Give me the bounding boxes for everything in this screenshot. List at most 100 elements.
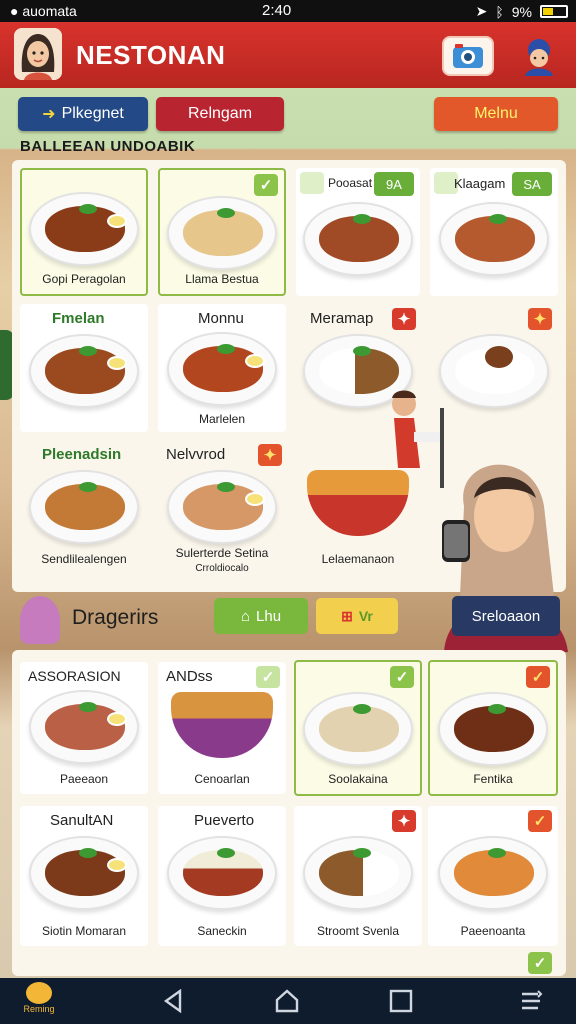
dish-image [171,692,273,758]
check-icon[interactable]: ✓ [390,666,414,688]
dish-name: Llama Bestua [185,272,259,286]
check-icon[interactable]: ✓ [256,666,280,688]
search-button[interactable]: Sreloaaon [452,596,560,636]
status-left: ● auomata [10,3,77,19]
category-label: Dragerirs [72,606,159,629]
avatar[interactable] [14,28,62,80]
battery-icon [540,5,568,18]
dish-card[interactable]: ✓ Llama Bestua [158,168,286,296]
pin-icon[interactable]: ✦ [392,810,416,832]
dish-image [303,836,413,910]
dish-name: Stroomt Svenla [316,924,400,938]
dish-card[interactable]: Monnu Marlelen [158,304,286,432]
home-nav-button[interactable] [272,988,302,1014]
dish-card[interactable]: ASSORASION Paeeaon [20,662,148,794]
status-app-text: auomata [22,3,77,19]
dish-card[interactable]: SanultAN Siotin Momaran [20,806,148,946]
dish-image [439,202,549,276]
status-right: ➤ ᛒ 9% [476,3,568,20]
check-icon[interactable]: ✓ [528,952,552,974]
chef-avatar-icon [525,39,553,76]
dish-card[interactable]: ✦ Stroomt Svenla [294,806,422,946]
dish-name: Siotin Momaran [41,924,127,938]
bluetooth-icon: ᛒ [495,3,504,20]
check-icon[interactable]: ✓ [254,174,278,196]
dish-title: ASSORASION [28,668,121,684]
checkbox-icon[interactable] [300,172,324,194]
menu-icon [522,990,543,1010]
dish-name: Sulerterde Setina [175,546,269,560]
menu-button[interactable]: Melnu [434,97,558,131]
dish-card[interactable]: Gopi Peragolan [20,168,148,296]
home-icon: ⌂ [240,607,251,625]
pin-icon[interactable]: ✓ [528,810,552,832]
dish-subtitle: Crroldiocalo [195,563,249,574]
menu-nav-button[interactable] [516,988,546,1014]
dish-card[interactable]: ✓ Fentika [428,660,558,796]
dish-image [29,192,139,266]
dish-image [438,692,548,766]
home-button-label: Lhu [256,607,282,625]
recents-button[interactable] [386,988,416,1014]
camera-button[interactable] [442,36,494,76]
battery-percent: 9% [511,3,532,20]
section-heading: BALLEEAN UNDOABIK [20,138,196,155]
search-button-label: Sreloaaon [471,607,541,625]
dish-name: Marlelen [198,412,246,426]
pin-icon[interactable]: ✦ [392,308,416,330]
dish-title: Monnu [198,310,244,327]
status-bar: ● auomata 2:40 ➤ ᛒ 9% [0,0,576,22]
dish-image [29,690,139,764]
dish-tag: SA [512,172,552,196]
home-button[interactable]: ⌂ Lhu [214,598,308,634]
dish-image [167,836,277,910]
dish-name: Paeeaon [59,772,109,786]
dish-card[interactable]: ✦ [430,304,558,432]
dish-card[interactable]: Klaagam SA [430,168,558,296]
dish-title: Klaagam [454,176,506,191]
dish-name: Lelaemanaon [321,552,395,566]
dish-card[interactable]: Nelvvrod ✦ Sulerterde Setina Crroldiocal… [158,440,286,580]
dish-card[interactable]: ANDss ✓ Cenoarlan [158,662,286,794]
dish-image [439,334,549,408]
dish-card[interactable]: Pleenadsin Sendlilealengen [20,440,148,580]
dish-image [167,332,277,406]
app-shortcut[interactable]: Reming [22,982,56,1020]
dish-image [167,196,277,270]
dish-image [303,692,413,766]
dish-name: Soolakaina [328,772,388,786]
notification-icon: ● [10,3,19,19]
app-header: NESTONAN [0,22,576,88]
dish-title: Pleenadsin [42,446,122,463]
favorite-button-label: Vr [358,608,373,624]
dish-grid-bottom: ASSORASION Paeeaon ANDss ✓ Cenoarlan ✓ S… [12,650,566,976]
dish-name: Paeenoanta [460,924,526,938]
check-icon[interactable]: ✓ [526,666,550,688]
dish-image [29,334,139,408]
chef-avatar-icon [20,596,60,644]
dish-card[interactable]: Pueverto Saneckin [158,806,286,946]
dish-card[interactable]: Fmelan [20,304,148,432]
dish-image [29,470,139,544]
profile-button[interactable] [516,34,562,78]
relngam-button[interactable]: Relngam [156,97,284,131]
dish-card[interactable]: ✓ Paeenoanta [428,806,558,946]
dish-title: ANDss [166,668,213,685]
pin-icon[interactable]: ✦ [528,308,552,330]
plkegnet-button[interactable]: ➜ Plkegnet [18,97,148,131]
camera-icon [453,44,483,68]
dish-image [167,470,277,544]
dish-tag: 9A [374,172,414,196]
dish-name: Gopi Peragolan [42,272,126,286]
dish-title: Pueverto [194,812,255,829]
favorite-button[interactable]: ⊞ Vr [316,598,398,634]
dish-card[interactable]: Pooasat 9A [296,168,420,296]
dish-image [303,202,413,276]
dish-title: Nelvvrod [166,446,226,463]
pin-icon[interactable]: ✦ [258,444,282,466]
plkegnet-label: Plkegnet [61,105,124,122]
dish-title: Pooasat [328,176,373,190]
dish-title: Fmelan [52,310,105,327]
back-button[interactable] [158,988,188,1014]
dish-card[interactable]: ✓ Soolakaina [294,660,422,796]
